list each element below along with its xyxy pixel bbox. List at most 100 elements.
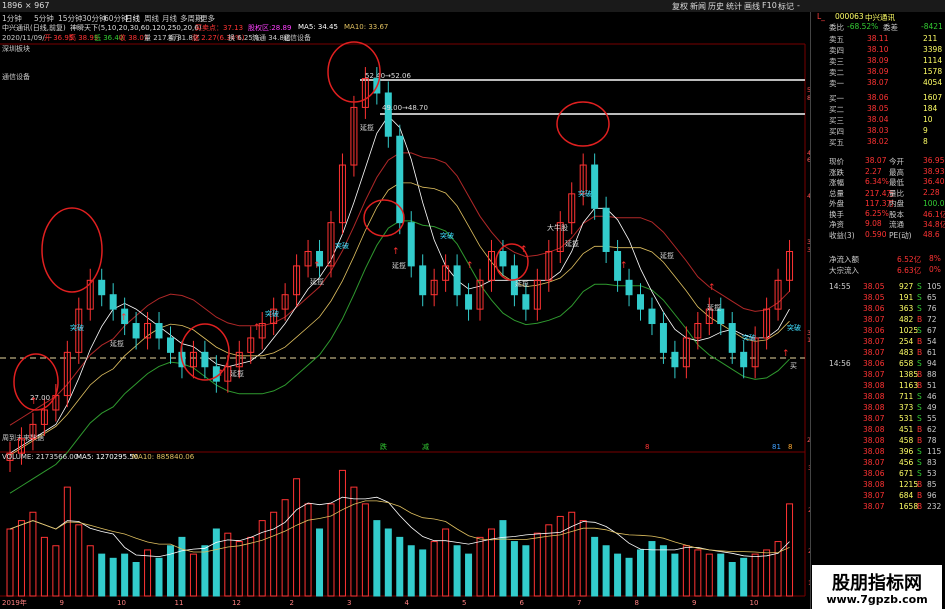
- bid-row-cell: 38.04: [867, 115, 889, 124]
- stat-row-cell: 0.590: [865, 229, 887, 239]
- tick-row-cell: 38.07: [863, 458, 885, 467]
- x-tick: 2019年: [2, 598, 27, 607]
- x-tick: 8: [635, 599, 639, 607]
- x-tick: 4: [405, 599, 410, 607]
- x-tick: 3: [347, 599, 351, 607]
- stat-row-cell: 6.34%: [865, 177, 889, 186]
- tick-row-cell: 38.05: [863, 293, 885, 302]
- volume-bar: [533, 532, 541, 597]
- tick-row-cell: 658: [899, 359, 914, 368]
- signal-tag: 突破: [265, 309, 279, 318]
- volume-bar: [453, 545, 461, 597]
- signal-tag: 延揽: [660, 251, 674, 260]
- bid-row-cell: 买五: [829, 138, 844, 147]
- ask-row-cell: 1114: [923, 56, 943, 65]
- signal-tag: 延揽: [360, 123, 374, 132]
- volume-bar: [75, 524, 83, 597]
- tick-row-cell: 38.07: [863, 315, 885, 324]
- tick-row-cell: 1215: [899, 480, 919, 489]
- candle-body: [407, 222, 415, 267]
- stat-row-cell: 涨幅: [829, 178, 844, 187]
- volume-bar: [774, 541, 782, 597]
- candle-body: [132, 323, 140, 339]
- candle-body: [155, 323, 163, 339]
- tick-row-cell: 38.07: [863, 348, 885, 357]
- tick-row: 38.06 671 S 53: [811, 469, 945, 479]
- tick-row-cell: 38.08: [863, 436, 885, 445]
- tick-row-cell: 54: [927, 337, 937, 346]
- ask-row-cell: 卖二: [829, 68, 844, 77]
- stat-row-cell: 股本: [889, 209, 904, 219]
- tick-row-cell: 456: [899, 458, 914, 467]
- volume-bar: [201, 545, 209, 597]
- x-tick: 9: [60, 599, 64, 607]
- tick-row-cell: B: [917, 502, 923, 511]
- tick-row-cell: 671: [899, 469, 914, 478]
- candle-body: [659, 323, 667, 353]
- tick-row-cell: 38.06: [863, 359, 885, 368]
- tick-row-cell: 72: [927, 315, 937, 324]
- tick-row-cell: 115: [927, 447, 942, 456]
- up-arrow-icon: ↑: [708, 283, 716, 293]
- volume-bar: [763, 549, 771, 597]
- ask-row: 卖一 38.07 4054: [811, 78, 945, 88]
- bid-row-cell: 10: [923, 115, 933, 124]
- stat-row-cell: 36.40: [923, 177, 945, 186]
- volume-bar: [86, 545, 94, 597]
- bid-row: 买一 38.06 1607: [811, 93, 945, 103]
- bid-row: 买三 38.04 10: [811, 115, 945, 125]
- stat-row-cell: 流通: [889, 220, 904, 229]
- candle-body: [637, 294, 645, 310]
- signal-tag: 大牛股: [547, 223, 568, 232]
- watermark-url: www.7gpzb.com: [826, 593, 928, 606]
- stat-row-cell: 现价: [829, 157, 844, 166]
- price-chart[interactable]: 深圳板块通信设备周到未来数据51.0280.8%47.7061.8%40.923…: [0, 0, 810, 609]
- signal-tag: 延揽: [310, 277, 324, 286]
- flow-row: 大宗流入 6.63亿 0%: [811, 265, 945, 275]
- volume-bar: [316, 528, 324, 597]
- ask-row-cell: 卖一: [829, 79, 844, 88]
- flow-row-cell: 6.52亿: [897, 255, 922, 264]
- bid-row-cell: 9: [923, 126, 928, 135]
- stat-row: 总量 217.4万 量比 2.28: [811, 188, 945, 198]
- volume-bar: [178, 536, 186, 597]
- tick-row-cell: 232: [927, 502, 942, 511]
- tick-row-cell: S: [917, 359, 922, 368]
- volume-bar: [109, 557, 117, 597]
- up-arrow-icon: ↑: [392, 247, 400, 257]
- x-tick: 6: [520, 599, 525, 607]
- volume-bar: [568, 511, 576, 597]
- tick-row-cell: 38.08: [863, 381, 885, 390]
- ask-row: 卖五 38.11 211: [811, 34, 945, 44]
- tick-row-cell: B: [917, 425, 923, 434]
- highlight-circle: [556, 101, 610, 147]
- volume-bar: [671, 553, 679, 597]
- tick-row: 38.08 373 S 49: [811, 403, 945, 413]
- up-arrow-icon: ↑: [520, 245, 528, 255]
- tick-row: 38.06 363 S 76: [811, 304, 945, 314]
- x-tick: 10: [117, 599, 126, 607]
- candle-body: [384, 92, 392, 137]
- tick-row-cell: 531: [899, 414, 914, 423]
- tick-row-cell: 1385: [899, 370, 919, 379]
- volume-bar: [637, 549, 645, 597]
- tick-row-cell: 38.06: [863, 469, 885, 478]
- tick-row-cell: S: [917, 304, 922, 313]
- volume-bar: [579, 520, 587, 597]
- tick-row-cell: B: [917, 491, 923, 500]
- stat-row-cell: 量比: [889, 188, 904, 198]
- tick-row-cell: 62: [927, 425, 937, 434]
- candle-body: [671, 351, 679, 368]
- tick-row-cell: S: [917, 403, 922, 412]
- tick-row: 38.08 458 B 78: [811, 436, 945, 446]
- bid-row-cell: 38.02: [867, 137, 889, 146]
- flow-row-cell: 大宗流入: [829, 266, 859, 275]
- tick-row: 38.05 191 S 65: [811, 293, 945, 303]
- x-tick: 12: [232, 599, 241, 607]
- tick-row-cell: B: [917, 348, 923, 357]
- tick-row-cell: 363: [899, 304, 914, 313]
- tick-row: 38.07 684 B 96: [811, 491, 945, 501]
- tick-row: 38.07 456 S 83: [811, 458, 945, 468]
- tick-row-cell: S: [917, 293, 922, 302]
- candle-body: [648, 308, 656, 325]
